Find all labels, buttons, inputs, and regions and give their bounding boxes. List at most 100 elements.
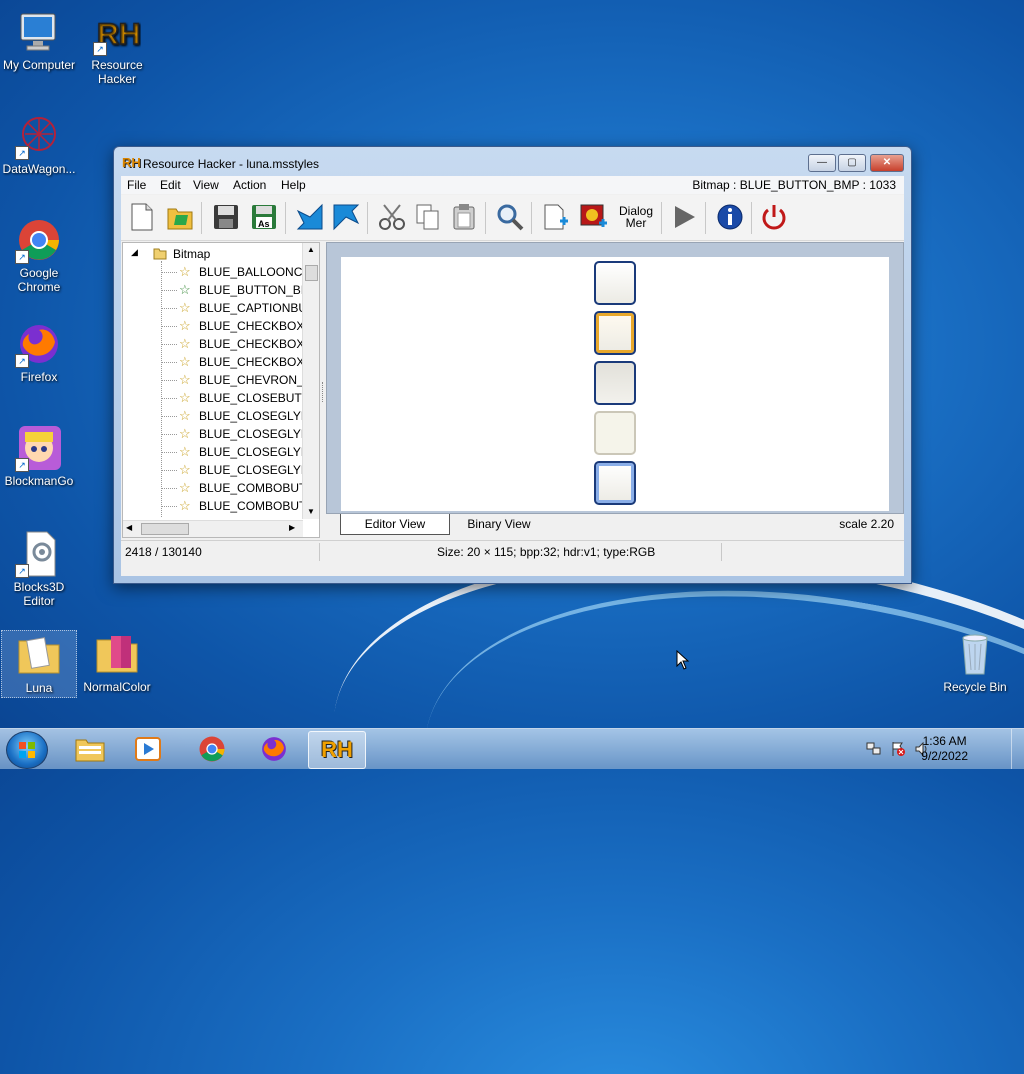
- tree-item[interactable]: ☆ BLUE_COMBOBUTTON: [123, 479, 303, 497]
- tree-item-label: BLUE_COMBOBUTTON: [199, 481, 303, 495]
- tree-item[interactable]: ☆ BLUE_CHECKBOX16: [123, 335, 303, 353]
- menu-bar: File Edit View Action Help Bitmap : BLUE…: [121, 176, 904, 194]
- star-icon: ☆: [179, 498, 191, 513]
- desktop-icon-google-chrome[interactable]: ↗ Google Chrome: [0, 216, 78, 294]
- tab-editor-view[interactable]: Editor View: [340, 514, 450, 535]
- desktop-icon-blocks3d-editor[interactable]: ↗ Blocks3D Editor: [0, 530, 78, 608]
- taskbar-chrome[interactable]: [184, 731, 240, 767]
- resource-hacker-icon: RH: [321, 737, 353, 762]
- star-icon: ☆: [179, 300, 191, 315]
- tree-item[interactable]: ☆ BLUE_BALLOONCLOSE: [123, 263, 303, 281]
- scroll-down-icon[interactable]: ▼: [303, 505, 319, 519]
- menu-view[interactable]: View: [193, 178, 219, 192]
- save-icon[interactable]: [209, 200, 243, 234]
- forward-arrow-icon[interactable]: [329, 200, 363, 234]
- title-bar[interactable]: RH Resource Hacker - luna.msstyles — ▢ ✕: [114, 147, 911, 177]
- tree-item[interactable]: ☆ BLUE_CLOSEBUTTON: [123, 389, 303, 407]
- add-resource-icon[interactable]: [539, 200, 573, 234]
- recycle-bin-icon: [951, 630, 999, 678]
- cut-icon[interactable]: [375, 200, 409, 234]
- tree-connector: [161, 416, 177, 417]
- menu-action[interactable]: Action: [233, 178, 266, 192]
- desktop-icon-luna[interactable]: Luna: [1, 630, 77, 698]
- star-icon: ☆: [179, 318, 191, 333]
- open-folder-icon[interactable]: [163, 200, 197, 234]
- search-icon[interactable]: [493, 200, 527, 234]
- tab-binary-view[interactable]: Binary View: [454, 514, 544, 534]
- copy-icon[interactable]: [411, 200, 445, 234]
- desktop-icon-firefox[interactable]: ↗ Firefox: [0, 320, 78, 384]
- star-icon: ☆: [179, 372, 191, 387]
- taskbar-explorer[interactable]: [62, 731, 118, 767]
- tree-item[interactable]: ☆ BLUE_CHECKBOX13: [123, 317, 303, 335]
- desktop-icon-blockmango[interactable]: ↗ BlockmanGo: [0, 424, 78, 488]
- blockmango-icon: ↗: [15, 424, 63, 472]
- exit-power-icon[interactable]: [757, 200, 791, 234]
- desktop-icon-normalcolor[interactable]: NormalColor: [78, 630, 156, 694]
- computer-icon: [15, 8, 63, 56]
- toolbar-separator: [751, 202, 752, 234]
- run-script-icon[interactable]: [667, 200, 701, 234]
- tree-item[interactable]: ☆ BLUE_CAPTIONBUTTON: [123, 299, 303, 317]
- tree-node-bitmap[interactable]: ◢ Bitmap: [123, 245, 303, 263]
- tree-item-label: BLUE_BALLOONCLOSE: [199, 265, 303, 279]
- info-icon[interactable]: [713, 200, 747, 234]
- tree-item-label: BLUE_CHECKBOX13: [199, 319, 303, 333]
- star-icon: ☆: [179, 462, 191, 477]
- tree-item[interactable]: ☆ BLUE_COMBOBUTTON: [123, 497, 303, 515]
- scroll-up-icon[interactable]: ▲: [303, 243, 319, 257]
- save-as-icon[interactable]: As: [247, 200, 281, 234]
- maximize-button[interactable]: ▢: [838, 154, 866, 172]
- tree-item[interactable]: ☆ BLUE_CLOSEGLYPH: [123, 407, 303, 425]
- show-desktop-button[interactable]: [1011, 729, 1024, 769]
- tree-vertical-scrollbar[interactable]: ▲ ▼: [302, 243, 319, 519]
- desktop-icon-recycle-bin[interactable]: Recycle Bin: [936, 630, 1014, 694]
- tree-item[interactable]: ☆ BLUE_CHEVRON_BMP: [123, 371, 303, 389]
- tree-item[interactable]: ☆ BLUE_CHECKBOX25: [123, 353, 303, 371]
- taskbar-media-player[interactable]: [120, 731, 176, 767]
- taskbar-firefox[interactable]: [246, 731, 302, 767]
- tree-connector: [161, 434, 177, 435]
- minimize-button[interactable]: —: [808, 154, 836, 172]
- firefox-icon: [262, 737, 286, 761]
- star-icon: ☆: [179, 408, 191, 423]
- back-arrow-icon[interactable]: [293, 200, 327, 234]
- tree-connector: [161, 470, 177, 471]
- close-button[interactable]: ✕: [870, 154, 904, 172]
- tree-item[interactable]: ☆ BLUE_CLOSEGLYPH: [123, 461, 303, 479]
- desktop-icon-resource-hacker[interactable]: RH ↗ Resource Hacker: [78, 8, 156, 86]
- shortcut-arrow-icon: ↗: [15, 354, 29, 368]
- desktop-icon-datawagon[interactable]: ↗ DataWagon...: [0, 112, 78, 176]
- expand-arrow-icon[interactable]: ◢: [131, 247, 138, 258]
- scroll-left-icon[interactable]: ◀: [126, 523, 132, 532]
- toolbar-separator: [661, 202, 662, 234]
- network-icon[interactable]: [866, 741, 882, 757]
- tree-item[interactable]: ☆ BLUE_CLOSEGLYPH: [123, 443, 303, 461]
- status-bitmap-info: Size: 20 × 115; bpp:32; hdr:v1; type:RGB: [437, 545, 656, 559]
- shortcut-arrow-icon: ↗: [15, 458, 29, 472]
- start-button[interactable]: [6, 731, 48, 769]
- taskbar-resource-hacker[interactable]: RH: [308, 731, 366, 769]
- tree-connector: [161, 452, 177, 453]
- dialog-menu-icon[interactable]: Dialog Mer: [615, 200, 657, 234]
- scroll-right-icon[interactable]: ▶: [289, 523, 295, 532]
- desktop-icon-my-computer[interactable]: My Computer: [0, 8, 78, 72]
- tree-item[interactable]: ☆ BLUE_CLOSEGLYPH: [123, 425, 303, 443]
- menu-help[interactable]: Help: [281, 178, 306, 192]
- resource-hacker-window[interactable]: RH Resource Hacker - luna.msstyles — ▢ ✕…: [113, 146, 912, 584]
- action-center-flag-icon[interactable]: [890, 741, 906, 757]
- menu-file[interactable]: File: [127, 178, 146, 192]
- menu-edit[interactable]: Edit: [160, 178, 181, 192]
- new-file-icon[interactable]: [125, 200, 159, 234]
- resource-info: Bitmap : BLUE_BUTTON_BMP : 1033: [692, 178, 896, 192]
- resource-hacker-icon: RH ↗: [93, 8, 141, 56]
- tree-item[interactable]: ☆ BLUE_BUTTON_BMP: [123, 281, 303, 299]
- add-image-icon[interactable]: [577, 200, 611, 234]
- system-clock[interactable]: 1:36 AM 9/2/2022: [921, 734, 968, 764]
- tree-horizontal-scrollbar[interactable]: ◀ ▶: [123, 520, 303, 537]
- star-icon: ☆: [179, 426, 191, 441]
- scroll-thumb[interactable]: [305, 265, 318, 281]
- scroll-thumb[interactable]: [141, 523, 189, 535]
- paste-icon[interactable]: [447, 200, 481, 234]
- resource-tree[interactable]: ◢ Bitmap ☆ BLUE_BALLOONCLOSE ☆ BLUE_BUTTON_…: [122, 242, 320, 538]
